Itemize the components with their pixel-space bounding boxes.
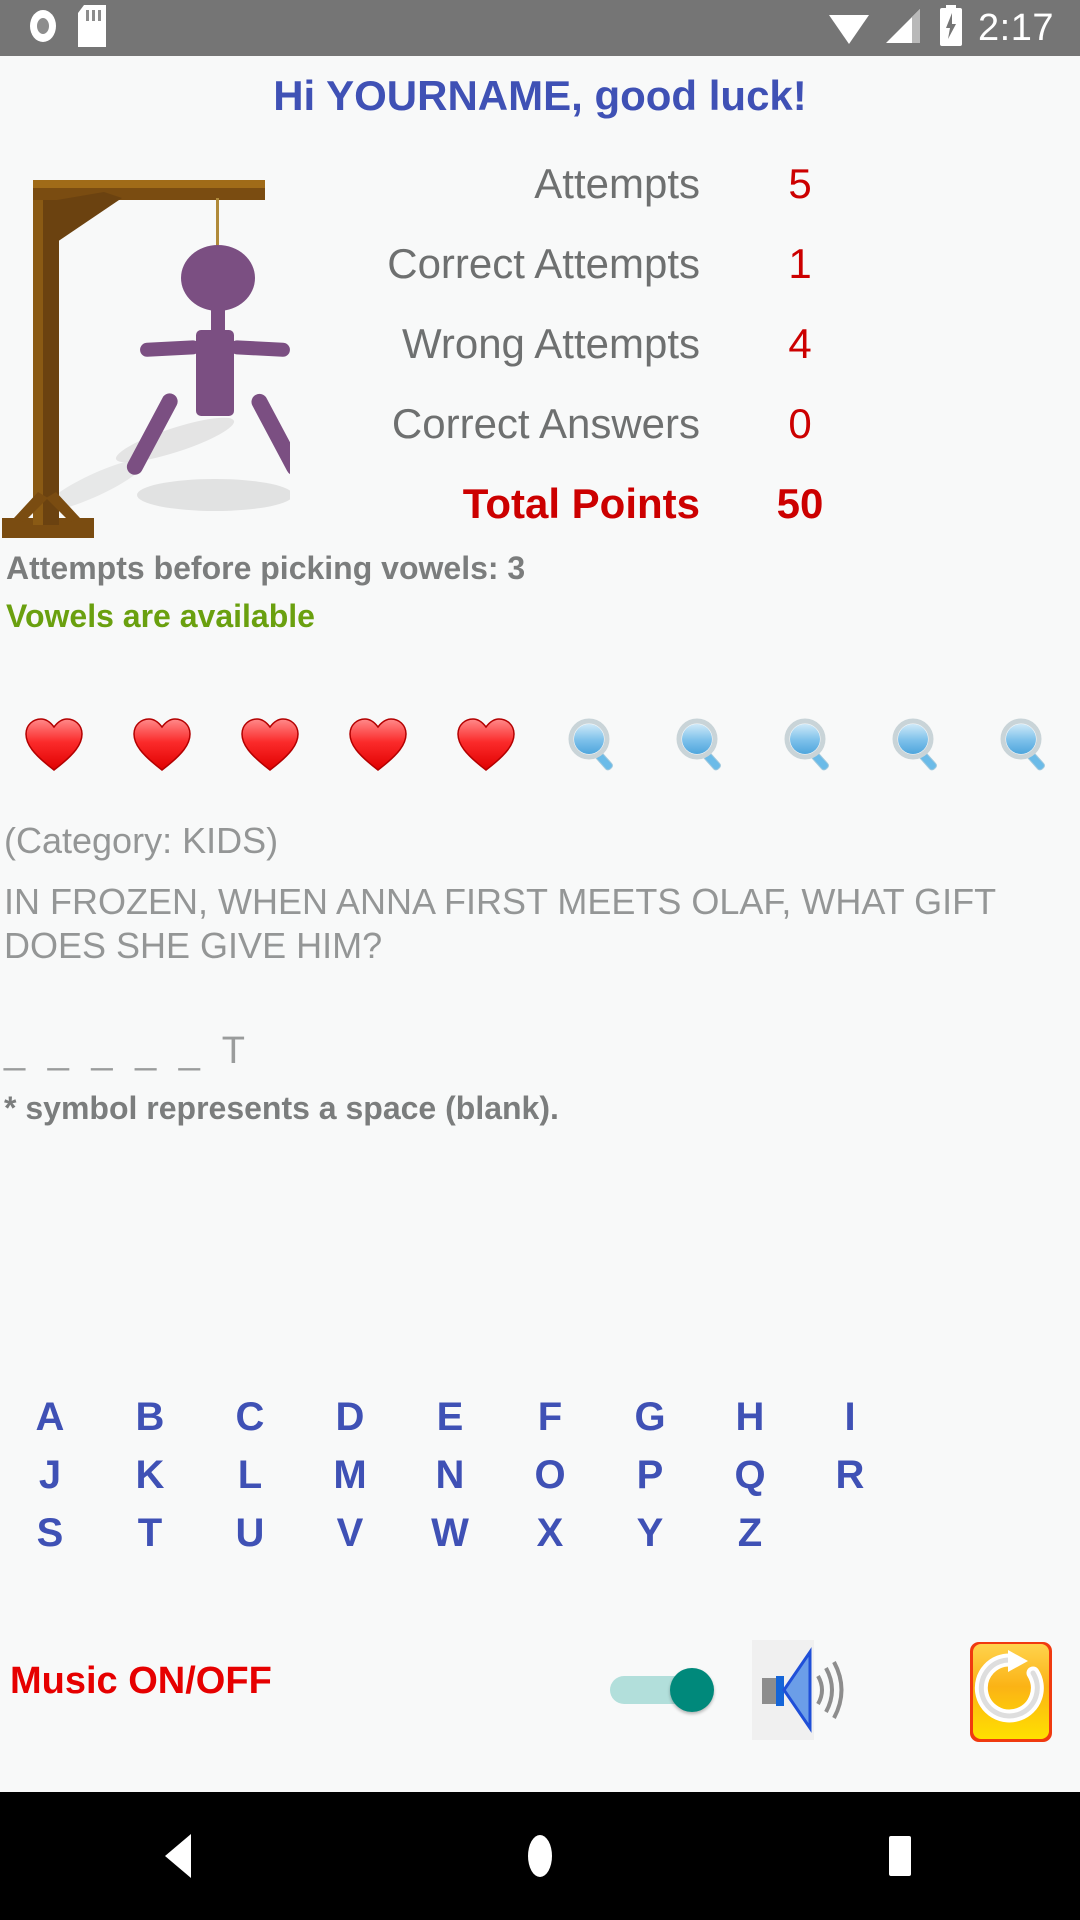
status-bar: 2:17	[0, 0, 1080, 56]
music-toggle-switch[interactable]	[610, 1668, 718, 1712]
stat-label: Correct Answers	[391, 400, 700, 447]
stat-label: Correct Attempts	[387, 240, 700, 287]
game-status-area: Attempts 5 Correct Attempts 1 Wrong Atte…	[0, 140, 1080, 540]
heart-cell	[108, 714, 216, 776]
heart-cell	[324, 714, 432, 776]
heart-cell	[432, 714, 540, 776]
battery-charging-icon	[938, 4, 964, 52]
alphabet-row: J K L M N O P Q R	[0, 1453, 1080, 1511]
letter-button-k[interactable]: K	[100, 1453, 200, 1511]
letter-button-z[interactable]: Z	[700, 1511, 800, 1569]
hangman-figure-icon	[0, 140, 303, 540]
letter-button-t[interactable]: T	[100, 1511, 200, 1569]
android-nav-bar	[0, 1792, 1080, 1920]
heart-icon	[23, 714, 85, 776]
magnifier-icon	[782, 717, 838, 773]
heart-icon	[239, 714, 301, 776]
letter-button-g[interactable]: G	[600, 1395, 700, 1453]
letter-button-h[interactable]: H	[700, 1395, 800, 1453]
record-icon	[26, 6, 60, 51]
stat-label: Total Points	[462, 480, 700, 527]
question-category: (Category: KIDS)	[4, 820, 279, 861]
toggle-knob[interactable]	[670, 1668, 714, 1712]
magnifier-cell	[864, 717, 972, 773]
stat-row-total-points: Total Points 50	[300, 480, 940, 560]
letter-button-v[interactable]: V	[300, 1511, 400, 1569]
sd-card-icon	[78, 4, 106, 52]
letter-button-s[interactable]: S	[0, 1511, 100, 1569]
music-toggle-label: Music ON/OFF	[10, 1660, 272, 1702]
lives-and-hints-row	[0, 700, 1080, 790]
magnifier-icon	[674, 717, 730, 773]
magnifier-cell	[756, 717, 864, 773]
letter-button-y[interactable]: Y	[600, 1511, 700, 1569]
nav-recents-button[interactable]	[820, 1792, 980, 1920]
letter-button-e[interactable]: E	[400, 1395, 500, 1453]
stat-label: Attempts	[534, 160, 700, 207]
letter-button-u[interactable]: U	[200, 1511, 300, 1569]
magnifier-icon	[890, 717, 946, 773]
magnifier-icon	[998, 717, 1054, 773]
stat-label: Wrong Attempts	[401, 320, 700, 367]
stat-row: Correct Attempts 1	[300, 240, 940, 320]
signal-icon	[884, 7, 924, 50]
letter-button-b[interactable]: B	[100, 1395, 200, 1453]
heart-icon	[455, 714, 517, 776]
magnifier-cell	[972, 717, 1080, 773]
magnifier-icon	[566, 717, 622, 773]
letter-button-n[interactable]: N	[400, 1453, 500, 1511]
letter-cell-empty	[800, 1511, 900, 1569]
stat-row: Wrong Attempts 4	[300, 320, 940, 400]
letter-button-d[interactable]: D	[300, 1395, 400, 1453]
letter-button-q[interactable]: Q	[700, 1453, 800, 1511]
status-bar-clock: 2:17	[978, 6, 1054, 49]
stat-value: 1	[788, 240, 812, 287]
heart-icon	[131, 714, 193, 776]
answer-blanks: _ _ _ _ _ T	[4, 1030, 251, 1072]
stats-table: Attempts 5 Correct Attempts 1 Wrong Atte…	[300, 160, 940, 560]
blank-symbol-hint: * symbol represents a space (blank).	[4, 1090, 559, 1126]
letter-button-m[interactable]: M	[300, 1453, 400, 1511]
stat-row: Correct Answers 0	[300, 400, 940, 480]
alphabet-row: S T U V W X Y Z	[0, 1511, 1080, 1569]
alphabet-row: A B C D E F G H I	[0, 1395, 1080, 1453]
magnifier-cell	[540, 717, 648, 773]
attempts-before-vowels-label: Attempts before picking vowels: 3	[6, 550, 526, 586]
letter-button-f[interactable]: F	[500, 1395, 600, 1453]
stat-value: 5	[788, 160, 812, 207]
refresh-button-icon[interactable]	[968, 1640, 1054, 1744]
app-screen: 2:17 Hi YOURNAME, good luck! Attempts 5 …	[0, 0, 1080, 1920]
stat-value: 4	[788, 320, 812, 367]
nav-home-button[interactable]	[460, 1792, 620, 1920]
wifi-icon	[828, 7, 870, 50]
stat-value: 50	[776, 480, 824, 527]
letter-button-a[interactable]: A	[0, 1395, 100, 1453]
stat-value: 0	[788, 400, 812, 447]
page-title: Hi YOURNAME, good luck!	[273, 72, 807, 119]
vowels-status-label: Vowels are available	[6, 598, 315, 634]
letter-button-r[interactable]: R	[800, 1453, 900, 1511]
question-text: IN FROZEN, WHEN ANNA FIRST MEETS OLAF, W…	[4, 881, 996, 966]
magnifier-cell	[648, 717, 756, 773]
letter-button-x[interactable]: X	[500, 1511, 600, 1569]
alphabet-keyboard: A B C D E F G H I J K L M N O P Q R S T …	[0, 1395, 1080, 1569]
letter-button-p[interactable]: P	[600, 1453, 700, 1511]
letter-button-j[interactable]: J	[0, 1453, 100, 1511]
letter-button-o[interactable]: O	[500, 1453, 600, 1511]
letter-button-i[interactable]: I	[800, 1395, 900, 1453]
status-bar-right-icons: 2:17	[828, 4, 1080, 52]
letter-button-l[interactable]: L	[200, 1453, 300, 1511]
letter-button-w[interactable]: W	[400, 1511, 500, 1569]
heart-cell	[216, 714, 324, 776]
letter-button-c[interactable]: C	[200, 1395, 300, 1453]
stat-row: Attempts 5	[300, 160, 940, 240]
nav-back-button[interactable]	[100, 1792, 260, 1920]
speaker-volume-icon[interactable]	[752, 1640, 852, 1740]
heart-cell	[0, 714, 108, 776]
status-bar-left-icons	[0, 4, 106, 52]
heart-icon	[347, 714, 409, 776]
